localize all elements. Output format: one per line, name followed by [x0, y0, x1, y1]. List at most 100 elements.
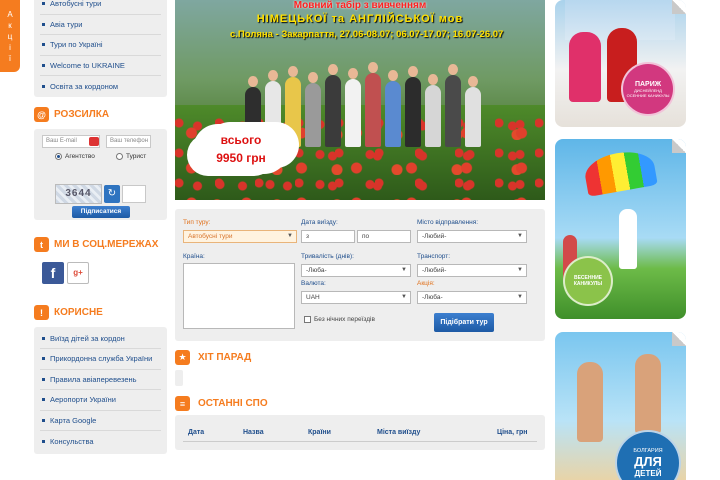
person [385, 70, 401, 147]
promo-letter: ц [7, 31, 13, 41]
column-departure-cities: Міста виїзду [377, 429, 421, 436]
bulgaria-kids-card[interactable]: БОЛГАРИЯ ДЛЯ ДЕТЕЙ [555, 332, 686, 480]
date-from-input[interactable]: з [301, 230, 355, 243]
person [445, 64, 461, 147]
find-tour-button[interactable]: Підібрати тур [434, 313, 494, 332]
departure-date-label: Дата виїзду: [301, 219, 338, 226]
menu-item-ukraine-tours[interactable]: Тури по Україні [40, 35, 161, 56]
tour-type-select[interactable]: Автобусні тури ▼ [183, 230, 297, 243]
person [365, 62, 381, 147]
google-plus-icon[interactable]: g+ [67, 261, 89, 284]
chevron-down-icon: ▼ [401, 267, 407, 273]
column-price: Ціна, грн [497, 429, 528, 436]
last-spo-table: Дата Назва Країни Міста виїзду Ціна, грн [175, 415, 545, 450]
transport-label: Транспорт: [417, 253, 451, 260]
bullet-icon [42, 398, 45, 402]
subscribe-button[interactable]: Підписатися [72, 205, 130, 218]
phone-input[interactable]: Ваш телефон [106, 134, 151, 148]
jumping-child-figure [635, 354, 661, 434]
currency-select[interactable]: UAH ▼ [301, 291, 411, 304]
captcha-input[interactable] [122, 184, 146, 203]
promo-label: Акція: [417, 280, 435, 287]
tour-search-form: Тип туру: Автобусні тури ▼ Дата виїзду: з… [175, 209, 545, 341]
transport-select[interactable]: -Любий- ▼ [417, 264, 527, 277]
useful-item-airports[interactable]: Аеропорти України [40, 390, 161, 411]
chevron-down-icon: ▼ [287, 233, 293, 239]
kite-image [582, 147, 658, 197]
chevron-down-icon: ▼ [517, 233, 523, 239]
promo-letter: А [7, 9, 13, 19]
useful-item-border-service[interactable]: Прикордонна служба України [40, 349, 161, 370]
menu-item-education-abroad[interactable]: Освіта за кордоном [40, 76, 161, 97]
useful-item-air-rules[interactable]: Правила авіаперевезень [40, 370, 161, 390]
promo-letter: к [8, 20, 12, 30]
minnie-mouse-figure [569, 32, 601, 102]
bullet-icon [42, 2, 45, 6]
social-heading: t МИ В СОЦ.МЕРЕЖАХ [34, 234, 167, 256]
banner-headline: Мовний табір з вивченням [293, 0, 427, 11]
country-label: Країна: [183, 253, 205, 260]
paris-disneyland-card[interactable]: ПАРИЖ ДИСНЕЙЛЕНД ОСЕННИЕ КАНИКУЛЫ [555, 0, 686, 127]
menu-item-air-tours[interactable]: Авіа тури [40, 15, 161, 35]
price-cloud: всього 9950 грн [193, 124, 289, 174]
bullet-icon [42, 43, 45, 47]
social-icon: t [34, 237, 49, 252]
duration-select[interactable]: -Люба- ▼ [301, 264, 411, 277]
radio-dot [55, 152, 62, 160]
bullet-icon [42, 63, 45, 67]
no-night-transfer-checkbox[interactable]: Без нічних переїздів [304, 316, 375, 323]
column-countries: Країни [308, 429, 331, 436]
person [345, 68, 361, 147]
chevron-down-icon: ▼ [517, 267, 523, 273]
page-curl [672, 139, 686, 153]
table-divider [183, 441, 537, 442]
promo-letter: і [9, 42, 11, 52]
useful-item-consulates[interactable]: Консульства [40, 431, 161, 452]
useful-item-children-travel[interactable]: Виїзд дітей за кордон [40, 329, 161, 349]
spring-holidays-card[interactable]: ВЕСЕННИЕ КАНИКУЛЫ [555, 139, 686, 319]
promotions-tab[interactable]: А к ц і ї [0, 0, 20, 72]
chevron-down-icon: ▼ [401, 294, 407, 300]
radio-agency[interactable]: Агентство [55, 152, 95, 160]
country-listbox[interactable] [183, 263, 295, 329]
bullet-icon [42, 439, 45, 443]
tour-type-label: Тип туру: [183, 219, 211, 226]
date-to-input[interactable]: по [357, 230, 411, 243]
departure-city-select[interactable]: -Любий- ▼ [417, 230, 527, 243]
star-icon: ★ [175, 350, 190, 365]
column-date: Дата [188, 429, 205, 436]
spring-label-badge: ВЕСЕННИЕ КАНИКУЛЫ [563, 256, 613, 306]
banner-languages: НІМЕЦЬКОЇ та АНГЛІЙСЬКОЇ мов [256, 13, 464, 25]
left-sidebar: Автобусні тури Авіа тури Тури по Україні… [34, 0, 167, 454]
person [405, 66, 421, 147]
bullet-icon [42, 336, 45, 340]
useful-menu: Виїзд дітей за кордон Прикордонна служба… [34, 326, 167, 454]
at-icon: @ [34, 107, 49, 122]
promo-select[interactable]: -Люба- ▼ [417, 291, 527, 304]
currency-label: Валюта: [301, 280, 326, 287]
lightbulb-icon: ! [34, 305, 49, 320]
banner-dates: с.Поляна - Закарпаття, 27.06-08.07; 06.0… [230, 29, 504, 40]
bullet-icon [42, 22, 45, 26]
newsletter-heading: @ РОЗСИЛКА [34, 104, 167, 126]
paris-label-badge: ПАРИЖ ДИСНЕЙЛЕНД ОСЕННИЕ КАНИКУЛЫ [621, 62, 675, 116]
newsletter-form: Ваш E-mail Ваш телефон Агентство Турист … [34, 128, 167, 220]
person [465, 76, 481, 147]
chevron-down-icon: ▼ [517, 294, 523, 300]
radio-tourist[interactable]: Турист [116, 152, 146, 160]
document-icon: ≡ [175, 396, 190, 411]
person [325, 64, 341, 147]
page-curl [672, 0, 686, 14]
radio-dot [116, 152, 123, 160]
language-camp-banner[interactable]: Мовний табір з вивченням НІМЕЦЬКОЇ та АН… [175, 0, 545, 200]
useful-item-google-map[interactable]: Карта Google [40, 411, 161, 431]
refresh-captcha-icon[interactable]: ↻ [104, 184, 120, 203]
duration-label: Тривалість (днів): [301, 253, 354, 260]
bullet-icon [42, 357, 45, 361]
bullet-icon [42, 377, 45, 381]
menu-item-welcome-ukraine[interactable]: Welcome to UKRAINE [40, 56, 161, 76]
facebook-icon[interactable]: f [42, 261, 64, 284]
menu-item-bus-tours[interactable]: Автобусні тури [40, 0, 161, 15]
jumping-child-figure [577, 362, 603, 442]
hit-parade-list [175, 370, 183, 386]
